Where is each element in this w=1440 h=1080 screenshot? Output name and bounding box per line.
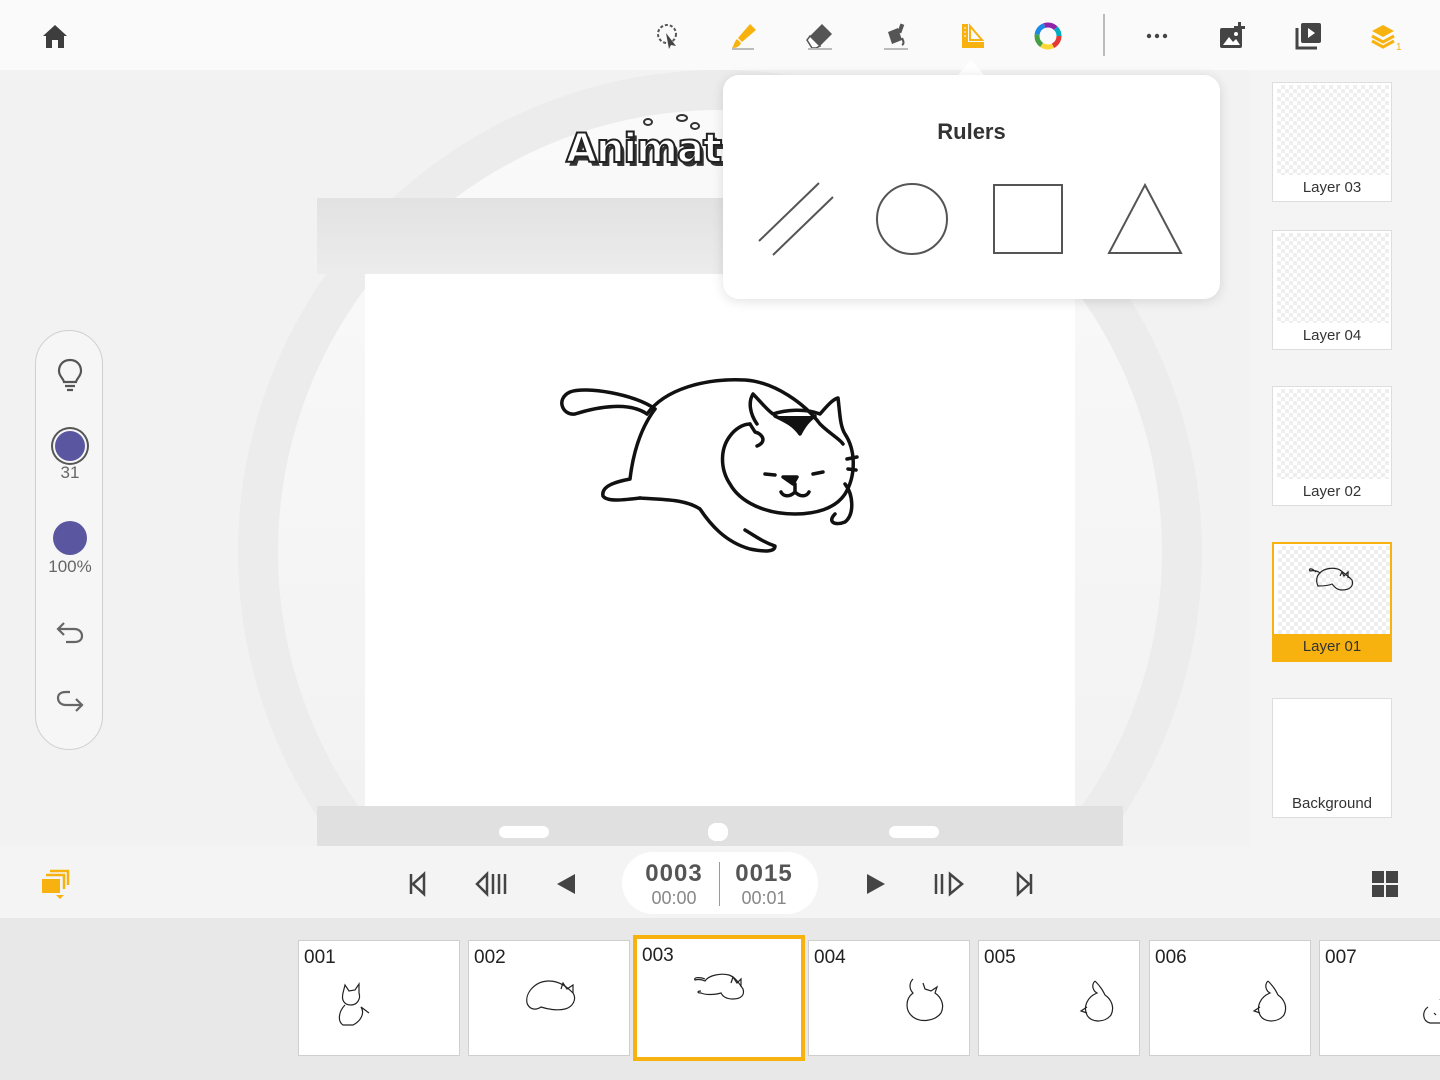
opacity-swatch	[53, 521, 87, 555]
cat-drawing	[560, 378, 859, 553]
undo-icon[interactable]	[36, 615, 104, 647]
previous-frame-icon[interactable]	[473, 866, 509, 902]
more-icon[interactable]	[1135, 14, 1179, 58]
play-icon[interactable]	[856, 866, 892, 902]
drawing-canvas[interactable]	[365, 274, 1075, 806]
layer-thumbnail	[1278, 546, 1390, 638]
frame-handle-right[interactable]	[889, 826, 939, 838]
frames-stack-icon[interactable]	[36, 866, 74, 902]
rulers-popup: Rulers	[723, 75, 1220, 299]
frame-thumbnail-active[interactable]: 003	[633, 935, 805, 1061]
first-frame-icon[interactable]	[398, 866, 434, 902]
rulers-popup-title: Rulers	[937, 119, 1006, 144]
frames-timeline: 001 002 003 004 005 006 007	[0, 918, 1440, 1080]
last-frame-icon[interactable]	[1008, 866, 1044, 902]
frame-number: 003	[642, 945, 674, 966]
side-tools-panel: 31 100%	[35, 330, 103, 750]
toolbar-separator	[1103, 14, 1105, 56]
frame-cat-sketch	[1423, 999, 1440, 1024]
frame-number: 005	[984, 947, 1016, 968]
redo-icon[interactable]	[36, 687, 104, 719]
frame-cat-sketch	[906, 978, 944, 1022]
opacity-value: 100%	[48, 557, 92, 576]
frame-thumbnail[interactable]: 005	[978, 940, 1140, 1056]
circle-ruler-icon[interactable]	[870, 179, 954, 263]
layer-card[interactable]: Layer 03	[1272, 82, 1392, 202]
layer-thumbnail	[1277, 389, 1389, 481]
total-frames: 0015	[735, 860, 793, 887]
total-time: 00:01	[741, 888, 787, 908]
frame-thumbnail[interactable]: 006	[1149, 940, 1311, 1056]
lasso-select-icon[interactable]	[646, 14, 690, 58]
frame-thumbnail[interactable]: 002	[468, 940, 630, 1056]
rulers-popup-arrow	[957, 60, 985, 76]
eraser-icon[interactable]	[798, 14, 842, 58]
step-back-icon[interactable]	[548, 866, 584, 902]
layers-panel: Layer 03 Layer 04 Layer 02 Layer 01 Back…	[1250, 70, 1440, 846]
lightbulb-icon[interactable]	[36, 357, 104, 393]
home-icon[interactable]	[33, 14, 77, 58]
frame-thumbnail[interactable]: 007	[1319, 940, 1440, 1056]
playback-controls: 0003 00:00 0015 00:01	[0, 846, 1440, 918]
frame-cat-sketch	[694, 973, 745, 1000]
ruler-icon[interactable]	[950, 14, 994, 58]
layer-card[interactable]: Layer 04	[1272, 230, 1392, 350]
frame-number: 001	[304, 947, 336, 968]
logo-bubbles-icon	[643, 114, 700, 130]
frame-thumbnail[interactable]: 001	[298, 940, 460, 1056]
brush-size-value: 31	[60, 463, 80, 482]
frame-counter: 0003 00:00 0015 00:01	[622, 852, 818, 914]
top-toolbar: 1	[0, 0, 1440, 70]
layer-label: Layer 04	[1273, 323, 1391, 349]
current-frame: 0003	[645, 860, 703, 887]
layer-label: Layer 03	[1273, 175, 1391, 201]
layer-card-background[interactable]: Background	[1272, 698, 1392, 818]
add-image-icon[interactable]	[1210, 14, 1254, 58]
frame-handle-center[interactable]	[708, 823, 728, 841]
layer-card-active[interactable]: Layer 01	[1272, 542, 1392, 662]
layer-cat-thumbnail	[1308, 567, 1354, 591]
frame-thumbnail[interactable]: 004	[808, 940, 970, 1056]
layer-thumbnail	[1277, 233, 1389, 325]
current-time: 00:00	[651, 888, 697, 908]
layer-thumbnail	[1277, 701, 1389, 793]
layers-count-badge: 1	[1396, 42, 1401, 52]
playback-icon[interactable]	[1286, 14, 1330, 58]
parallel-lines-ruler-icon[interactable]	[753, 179, 837, 263]
fill-bucket-icon[interactable]	[874, 14, 918, 58]
triangle-ruler-icon[interactable]	[1103, 179, 1187, 263]
frame-cat-sketch	[1252, 980, 1287, 1022]
next-frame-icon[interactable]	[932, 866, 968, 902]
frame-number: 004	[814, 947, 846, 968]
layer-label: Background	[1273, 791, 1391, 817]
layer-card[interactable]: Layer 02	[1272, 386, 1392, 506]
opacity-control[interactable]: 100%	[36, 521, 104, 577]
frame-cat-sketch	[1079, 980, 1114, 1022]
frame-cat-sketch	[526, 980, 576, 1011]
frame-number: 006	[1155, 947, 1187, 968]
layer-label: Layer 02	[1273, 479, 1391, 505]
brush-size-control[interactable]: 31	[36, 431, 104, 483]
grid-view-icon[interactable]	[1367, 866, 1403, 902]
layer-thumbnail	[1277, 85, 1389, 177]
frame-handle-left[interactable]	[499, 826, 549, 838]
color-wheel-icon[interactable]	[1026, 14, 1070, 58]
brush-size-swatch	[55, 431, 85, 461]
frame-number: 007	[1325, 947, 1357, 968]
brush-icon[interactable]	[722, 14, 766, 58]
frame-number: 002	[474, 947, 506, 968]
frame-cat-sketch	[338, 982, 370, 1026]
layer-label: Layer 01	[1274, 634, 1390, 660]
square-ruler-icon[interactable]	[986, 179, 1070, 263]
layers-icon[interactable]: 1	[1363, 14, 1407, 58]
